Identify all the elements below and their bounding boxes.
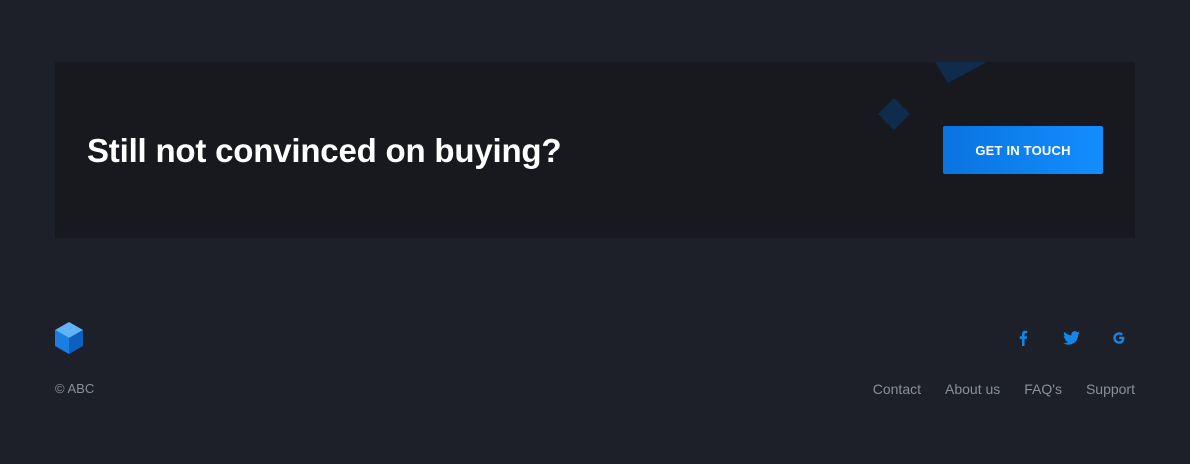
footer-link-contact[interactable]: Contact (873, 381, 921, 397)
footer-link-faqs[interactable]: FAQ's (1024, 381, 1062, 397)
decorative-diamond (878, 98, 910, 130)
decorative-triangle (935, 62, 987, 83)
google-icon[interactable] (1109, 328, 1129, 348)
cta-banner: Still not convinced on buying? GET IN TO… (55, 62, 1135, 238)
get-in-touch-button[interactable]: GET IN TOUCH (943, 126, 1103, 174)
cta-heading: Still not convinced on buying? (87, 132, 562, 169)
twitter-icon[interactable] (1061, 328, 1081, 348)
cube-logo-icon[interactable] (55, 322, 83, 354)
footer-link-support[interactable]: Support (1086, 381, 1135, 397)
facebook-icon[interactable] (1013, 328, 1033, 348)
footer-link-about-us[interactable]: About us (945, 381, 1000, 397)
footer-nav: Contact About us FAQ's Support (873, 381, 1135, 397)
copyright-text: © ABC (55, 381, 95, 396)
